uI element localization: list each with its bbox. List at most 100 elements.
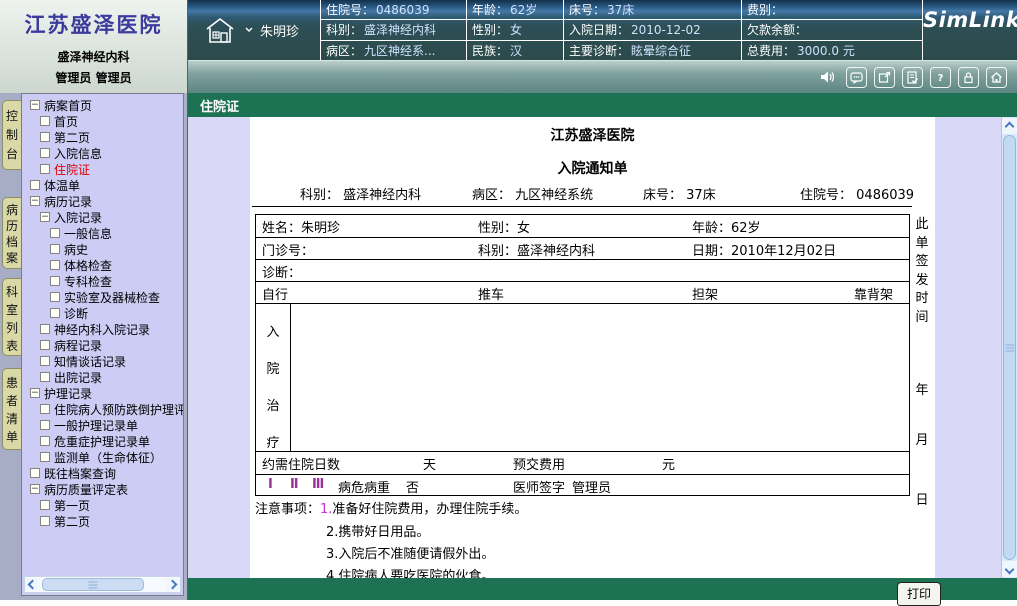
checkbox-icon[interactable] [40,356,50,366]
tree-item-label[interactable]: 一般护理记录单 [54,417,138,434]
rail-tab-medical-records[interactable]: 病历档案 [2,197,21,269]
tree-item-label[interactable]: 出院记录 [54,369,102,386]
message-button[interactable] [846,67,867,88]
tree-item-label[interactable]: 入院信息 [54,145,102,162]
expand-toggle-icon[interactable]: − [30,196,40,206]
scroll-up-button[interactable] [1002,118,1017,134]
checkbox-icon[interactable] [50,244,60,254]
report-button[interactable] [902,67,923,88]
tree-item[interactable]: 病史 [26,241,183,257]
checkbox-icon[interactable] [40,340,50,350]
tree-item[interactable]: 神经内科入院记录 [26,321,183,337]
patient-selector[interactable]: 朱明珍 [188,0,320,60]
tree-item[interactable]: 诊断 [26,305,183,321]
tree-item-label[interactable]: 住院病人预防跌倒护理评 [54,401,183,418]
tree-item-label[interactable]: 病案首页 [44,97,92,114]
expand-toggle-icon[interactable]: − [30,484,40,494]
checkbox-icon[interactable] [50,276,60,286]
checkbox-icon[interactable] [50,292,60,302]
scroll-right-button[interactable] [165,578,180,591]
tree-item[interactable]: 病程记录 [26,337,183,353]
tree-item[interactable]: 实验室及器械检查 [26,289,183,305]
tree-item[interactable]: −病案首页 [26,97,183,113]
scroll-down-button[interactable] [1002,561,1017,577]
tree-item-label[interactable]: 病史 [64,241,88,258]
tree-item[interactable]: −护理记录 [26,385,183,401]
tree-item[interactable]: 体温单 [26,177,183,193]
checkbox-icon[interactable] [40,148,50,158]
tree-item-label[interactable]: 知情谈话记录 [54,353,126,370]
tree-item[interactable]: 专科检查 [26,273,183,289]
print-button[interactable]: 打印 [897,582,941,606]
tree-item-label[interactable]: 病历质量评定表 [44,481,128,498]
volume-button[interactable] [817,68,839,87]
scrollbar-thumb[interactable] [42,578,144,591]
tree-item-label[interactable]: 第一页 [54,497,90,514]
expand-toggle-icon[interactable]: − [30,100,40,110]
tree-item[interactable]: 一般护理记录单 [26,417,183,433]
checkbox-icon[interactable] [40,324,50,334]
tree-item-label[interactable]: 实验室及器械检查 [64,289,160,306]
checkbox-icon[interactable] [50,260,60,270]
tree-item[interactable]: 监测单（生命体征） [26,449,183,465]
tree-item-label[interactable]: 监测单（生命体征） [54,449,162,466]
tree-item-label[interactable]: 入院记录 [54,209,102,226]
checkbox-icon[interactable] [40,404,50,414]
checkbox-icon[interactable] [40,436,50,446]
checkbox-icon[interactable] [30,468,40,478]
tree-item-label[interactable]: 一般信息 [64,225,112,242]
new-window-button[interactable] [874,67,895,88]
tree-item-label[interactable]: 体格检查 [64,257,112,274]
expand-toggle-icon[interactable]: − [30,388,40,398]
checkbox-icon[interactable] [40,500,50,510]
tree-item-label[interactable]: 神经内科入院记录 [54,321,150,338]
tree-item[interactable]: 住院病人预防跌倒护理评 [26,401,183,417]
rail-tab-department-list[interactable]: 科室列表 [2,278,21,356]
tree-item[interactable]: 住院证 [26,161,183,177]
scroll-left-button[interactable] [25,578,40,591]
tree-item-label[interactable]: 专科检查 [64,273,112,290]
tree-item[interactable]: 首页 [26,113,183,129]
tree-item[interactable]: 第二页 [26,129,183,145]
tree-item[interactable]: −入院记录 [26,209,183,225]
tree-item-label[interactable]: 第二页 [54,129,90,146]
tree-item[interactable]: 第一页 [26,497,183,513]
tree-item-label[interactable]: 首页 [54,113,78,130]
checkbox-icon[interactable] [30,180,40,190]
tree-item-label[interactable]: 体温单 [44,177,80,194]
checkbox-icon[interactable] [40,452,50,462]
tree-item-label[interactable]: 既往档案查询 [44,465,116,482]
tree-item-label[interactable]: 病历记录 [44,193,92,210]
tree-item-label[interactable]: 危重症护理记录单 [54,433,150,450]
checkbox-icon[interactable] [40,164,50,174]
home-button[interactable] [986,67,1007,88]
lock-button[interactable] [958,67,979,88]
checkbox-icon[interactable] [50,308,60,318]
scrollbar-thumb[interactable] [1003,135,1016,560]
tree-item-label[interactable]: 住院证 [54,161,90,178]
tree-item[interactable]: 体格检查 [26,257,183,273]
tree-item[interactable]: 入院信息 [26,145,183,161]
tree-item-label[interactable]: 第二页 [54,513,90,530]
tree-item[interactable]: 第二页 [26,513,183,529]
tree-item-label[interactable]: 病程记录 [54,337,102,354]
tree-item[interactable]: 知情谈话记录 [26,353,183,369]
checkbox-icon[interactable] [40,372,50,382]
checkbox-icon[interactable] [40,132,50,142]
content-vertical-scrollbar[interactable] [1001,117,1017,578]
tree-horizontal-scrollbar[interactable] [24,576,181,593]
expand-toggle-icon[interactable]: − [40,212,50,222]
tree-item-label[interactable]: 诊断 [64,305,88,322]
help-button[interactable]: ? [930,67,951,88]
tree-item[interactable]: 既往档案查询 [26,465,183,481]
rail-tab-patient-list[interactable]: 患者清单 [2,368,21,450]
rail-tab-console[interactable]: 控制台 [2,100,21,170]
tree-item[interactable]: 出院记录 [26,369,183,385]
checkbox-icon[interactable] [40,420,50,430]
checkbox-icon[interactable] [40,116,50,126]
tree-item[interactable]: 危重症护理记录单 [26,433,183,449]
tree-item-label[interactable]: 护理记录 [44,385,92,402]
tree-item[interactable]: −病历记录 [26,193,183,209]
tree-item[interactable]: −病历质量评定表 [26,481,183,497]
checkbox-icon[interactable] [40,516,50,526]
